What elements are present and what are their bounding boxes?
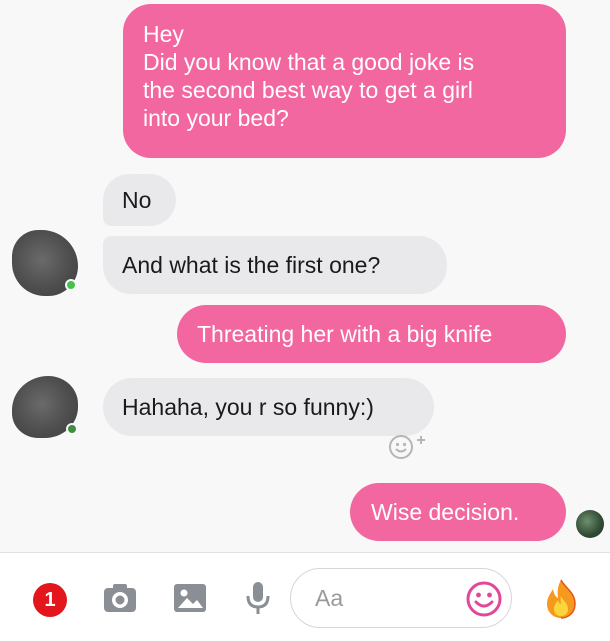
online-status-icon [66, 423, 78, 435]
add-reaction-icon[interactable] [388, 432, 428, 460]
message-incoming[interactable]: No [103, 174, 176, 226]
message-thread: Hey Did you know that a good joke is the… [0, 0, 610, 552]
message-incoming[interactable]: Hahaha, you r so funny:) [103, 378, 434, 436]
message-outgoing[interactable]: Wise decision. [350, 483, 566, 541]
camera-icon[interactable] [102, 580, 138, 616]
fire-icon[interactable] [541, 578, 581, 620]
message-incoming[interactable]: And what is the first one? [103, 236, 447, 294]
image-icon[interactable] [172, 580, 208, 616]
message-outgoing[interactable]: Hey Did you know that a good joke is the… [123, 4, 566, 158]
message-outgoing[interactable]: Threating her with a big knife [177, 305, 566, 363]
read-receipt-avatar [576, 510, 604, 538]
microphone-icon[interactable] [240, 580, 276, 616]
message-input-placeholder: Aa [315, 585, 344, 611]
online-status-icon [65, 279, 77, 291]
notification-badge[interactable]: 1 [33, 583, 67, 617]
emoji-icon[interactable] [466, 581, 502, 617]
